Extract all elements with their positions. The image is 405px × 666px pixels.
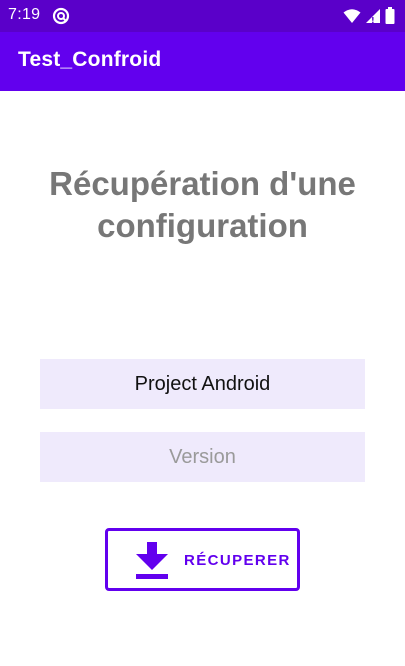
project-field[interactable] (40, 359, 365, 409)
download-icon (136, 542, 168, 579)
app-bar: Test_Confroid (0, 32, 405, 91)
status-bar: 7:19 ! (0, 0, 405, 32)
app-title: Test_Confroid (18, 48, 162, 71)
status-time: 7:19 (8, 6, 41, 23)
recover-button-label: RÉCUPERER (184, 552, 291, 569)
cellular-signal-icon: ! (366, 8, 380, 24)
version-field[interactable] (40, 432, 365, 482)
wifi-icon (343, 8, 361, 23)
status-icons: ! (343, 7, 395, 24)
app-notification-icon (52, 7, 70, 25)
page-title: Récupération d'une configuration (49, 165, 356, 244)
recover-button[interactable]: RÉCUPERER (105, 528, 300, 591)
svg-text:!: ! (371, 16, 375, 24)
battery-icon (385, 7, 395, 24)
